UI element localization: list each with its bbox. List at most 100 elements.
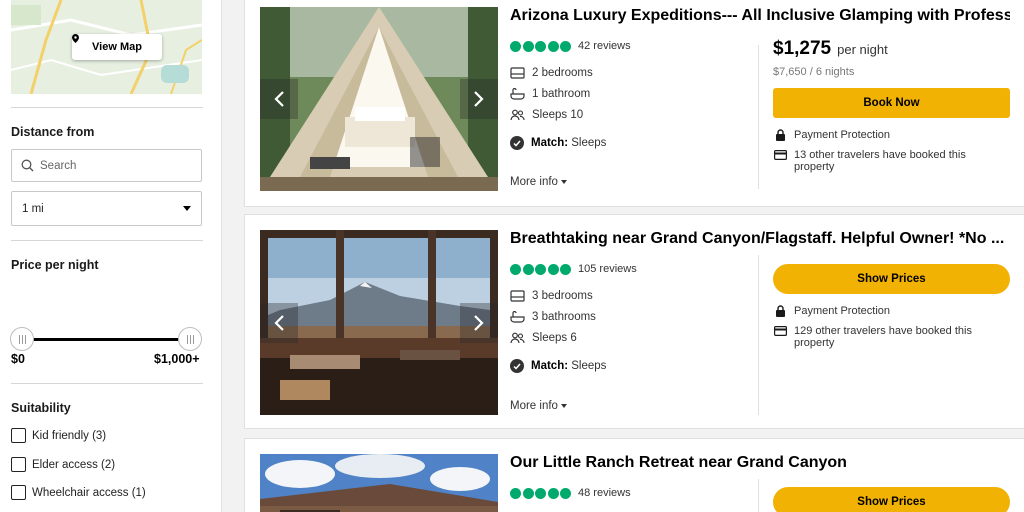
perk-label: 13 other travelers have booked this prop… [794,149,966,173]
check-circle-icon [510,359,524,373]
price-slider-min-handle[interactable] [10,327,34,351]
previous-photo-button[interactable] [260,302,298,343]
listing-photo[interactable] [260,7,498,191]
feature-label: 2 bedrooms [532,66,593,79]
more-info-label: More info [510,400,558,412]
match-label: Match: [531,360,569,372]
show-prices-button[interactable]: Show Prices [773,264,1010,294]
rating-bubble-icon [535,263,546,275]
rating[interactable]: 42 reviews [510,40,631,52]
distance-title: Distance from [11,125,95,139]
lock-icon [774,305,787,317]
perk-label: Payment Protection [794,305,890,317]
chevron-right-icon [474,314,484,331]
rating-bubbles [510,487,571,499]
more-info-toggle[interactable]: More info [510,400,567,412]
listing-title[interactable]: Our Little Ranch Retreat near Grand Cany… [510,454,1010,472]
price-amount: $1,275 [773,38,832,59]
bed-icon [510,66,525,79]
view-map-button[interactable]: View Map [72,34,162,60]
next-photo-button[interactable] [460,302,498,343]
rating-bubble-icon [560,40,571,52]
chevron-left-icon [274,314,284,331]
more-info-label: More info [510,176,558,188]
perk-payment-protection: Payment Protection [774,129,1004,141]
feature-label: 3 bathrooms [532,310,596,323]
distance-search-input[interactable]: Search [11,149,202,182]
bathtub-icon [510,87,525,100]
search-placeholder: Search [40,159,77,172]
feature-bedrooms: 3 bedrooms [510,289,593,302]
rating[interactable]: 105 reviews [510,263,637,275]
rating-bubble-icon [535,40,546,52]
perk-bookings: 129 other travelers have booked this pro… [774,325,1004,349]
feature-sleeps: Sleeps 10 [510,108,583,121]
map-thumbnail[interactable]: View Map [11,0,202,94]
search-icon [21,159,34,172]
listing-photo[interactable] [260,454,498,512]
suitability-option-wheelchair-access[interactable]: Wheelchair access (1) [11,485,146,500]
divider [11,107,203,108]
previous-photo-button[interactable] [260,79,298,119]
price-slider-track[interactable] [22,338,190,341]
listing-photo[interactable] [260,230,498,415]
suitability-option-elder-access[interactable]: Elder access (2) [11,457,115,472]
listing-title[interactable]: Breathtaking near Grand Canyon/Flagstaff… [510,230,1010,248]
listing-card[interactable]: Breathtaking near Grand Canyon/Flagstaff… [244,214,1024,429]
more-info-toggle[interactable]: More info [510,176,567,188]
rating[interactable]: 48 reviews [510,487,631,499]
distance-value: 1 mi [22,202,44,215]
lock-icon [774,129,787,141]
book-now-button[interactable]: Book Now [773,88,1010,118]
price-slider-max-handle[interactable] [178,327,202,351]
checkbox[interactable] [11,428,26,443]
divider [11,383,203,384]
feature-label: Sleeps 10 [532,108,584,121]
rating-bubble-icon [510,487,521,499]
feature-label: 3 bedrooms [532,289,593,302]
checkbox-label: Wheelchair access (1) [32,486,146,499]
price-min-label: $0 [11,352,25,366]
feature-sleeps: Sleeps 6 [510,331,577,344]
listing-card[interactable]: Arizona Luxury Expeditions--- All Inclus… [244,0,1024,207]
filters-sidebar: View Map Distance from Search 1 mi Price… [0,0,222,512]
checkbox[interactable] [11,457,26,472]
review-count: 42 reviews [578,40,631,52]
next-photo-button[interactable] [460,79,498,119]
people-icon [510,331,525,344]
chevron-right-icon [474,91,484,107]
price-title: Price per night [11,258,99,272]
checkbox[interactable] [11,485,26,500]
divider [758,255,759,415]
show-prices-button[interactable]: Show Prices [773,487,1010,512]
listing-card[interactable]: Our Little Ranch Retreat near Grand Cany… [244,438,1024,512]
feature-bathrooms: 1 bathroom [510,87,590,100]
rating-bubble-icon [560,487,571,499]
perk-label: Payment Protection [794,129,890,141]
distance-select[interactable]: 1 mi [11,191,202,226]
listing-title[interactable]: Arizona Luxury Expeditions--- All Inclus… [510,7,1010,25]
chevron-down-icon [560,180,567,184]
checkbox-label: Kid friendly (3) [32,429,107,442]
credit-card-icon [774,149,787,161]
page: View Map Distance from Search 1 mi Price… [0,0,1024,512]
chevron-down-icon [183,206,191,211]
divider [758,479,759,512]
rating-bubble-icon [522,263,534,275]
credit-card-icon [774,325,787,337]
map-pin-icon [72,34,79,43]
feature-label: 1 bathroom [532,87,591,100]
perk-bookings: 13 other travelers have booked this prop… [774,149,1004,173]
feature-bathrooms: 3 bathrooms [510,310,596,323]
feature-label: Sleeps 6 [532,331,577,344]
match-value: Sleeps [571,360,607,372]
rating-bubble-icon [560,263,571,275]
review-count: 105 reviews [578,263,637,275]
suitability-option-kid-friendly[interactable]: Kid friendly (3) [11,428,106,443]
nightly-price: $1,275 per night [773,38,888,60]
suitability-title: Suitability [11,401,71,415]
match-indicator: Match: Sleeps [510,136,606,150]
ranch-photo [260,454,498,512]
rating-bubbles [510,40,571,52]
price-total: $7,650 / 6 nights [773,66,855,78]
